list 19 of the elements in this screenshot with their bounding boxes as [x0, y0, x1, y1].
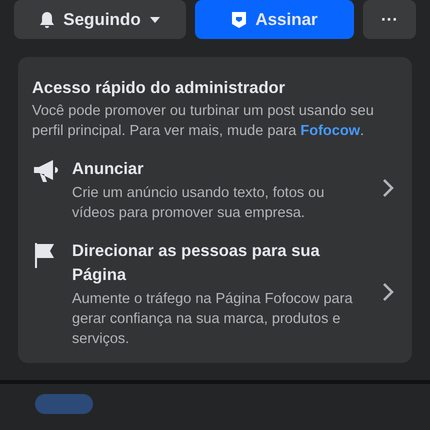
badge-icon: [231, 10, 248, 28]
more-button[interactable]: ···: [363, 0, 416, 39]
option-description: Crie um anúncio usando texto, fotos ou vídeos para promover sua empresa.: [72, 184, 326, 223]
page-link[interactable]: Fofocow: [300, 123, 360, 139]
option-description: Aumente o tráfego na Página Fofocow para gerar confiança na sua marca, produtos e serviços.: [72, 290, 354, 349]
card-description: Você pode promover ou turbinar um post usando seu perfil principal. Para ver mais, mude para Fofocow.: [32, 102, 375, 141]
option-title: Anunciar: [72, 159, 145, 180]
pill-shape: [35, 394, 93, 414]
option-title: Direcionar as pessoas para sua Página: [72, 241, 321, 286]
subscribe-button[interactable]: Assinar: [195, 0, 354, 39]
bell-icon: [39, 10, 56, 28]
option-item[interactable]: Direcionar as pessoas para sua Página Aumente o tráfego na Página Fofocow para gerar confiança na sua marca, produtos e serviços.: [32, 239, 398, 349]
chevron-right-icon: [382, 178, 394, 198]
card-title: Acesso rápido do administrador: [32, 79, 286, 98]
megaphone-icon: [32, 159, 60, 183]
chevron-right-icon: [382, 282, 394, 302]
following-button[interactable]: Seguindo: [14, 0, 186, 39]
caret-icon: [148, 16, 161, 24]
option-item[interactable]: Anunciar Crie um anúncio usando texto, fotos ou vídeos para promover sua empresa.: [32, 157, 398, 223]
